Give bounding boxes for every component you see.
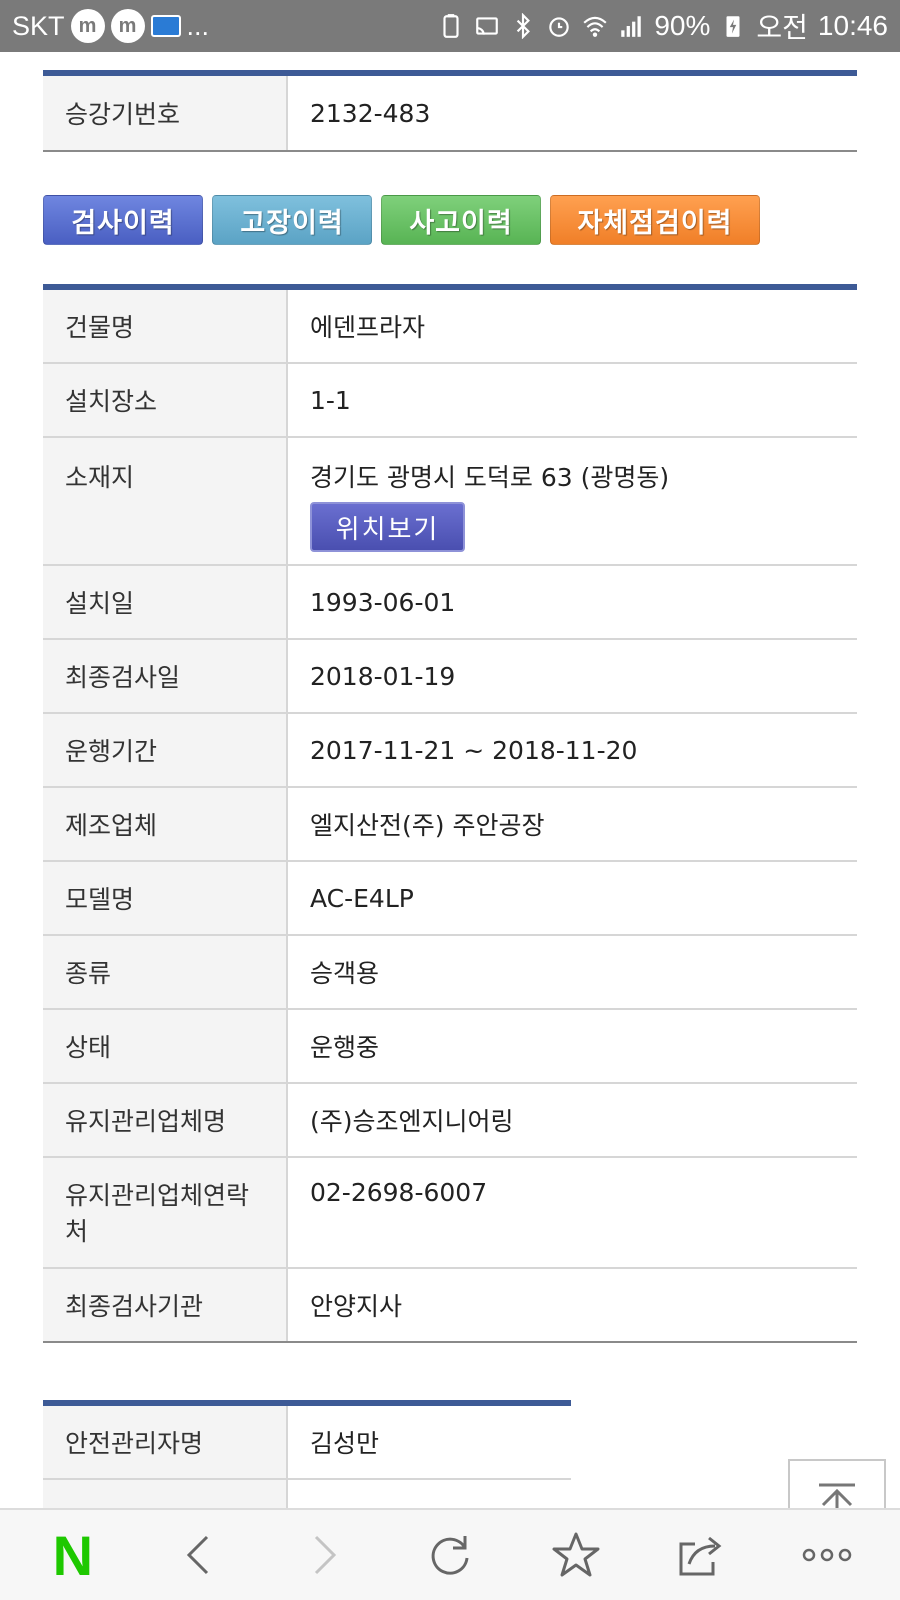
row-label: 최종검사일 xyxy=(43,640,288,712)
page-content: 승강기번호 2132-483 검사이력 고장이력 사고이력 자체점검이력 건물명… xyxy=(0,52,900,1508)
status-right: 90% 오전 10:46 xyxy=(438,6,888,46)
table-row: 최종검사기관 안양지사 xyxy=(43,1269,857,1343)
row-label: 모델명 xyxy=(43,862,288,934)
table-row: 모델명 AC-E4LP xyxy=(43,862,857,936)
table-row: 최종검사일 2018-01-19 xyxy=(43,640,857,714)
time-clock: 10:46 xyxy=(817,10,888,41)
operation-period-value: 2017-11-21 ~ 2018-11-20 xyxy=(310,735,638,765)
elevator-number-table: 승강기번호 2132-483 xyxy=(43,70,857,152)
time-ampm: 오전 xyxy=(756,12,808,43)
table-row: 승강기번호 2132-483 xyxy=(43,76,857,152)
battery-saver-icon xyxy=(443,14,459,38)
bookmark-button[interactable] xyxy=(536,1515,616,1595)
row-label: 건물명 xyxy=(43,290,288,362)
install-date-value: 1993-06-01 xyxy=(310,587,456,617)
table-row: 안전관리자명 김성만 xyxy=(43,1406,571,1480)
table-row: 종류 승객용 xyxy=(43,936,857,1010)
row-label: 종류 xyxy=(43,936,288,1008)
last-inspection-value: 2018-01-19 xyxy=(310,661,456,691)
signal-icon xyxy=(621,16,642,37)
manufacturer-value: 엘지산전(주) 주안공장 xyxy=(310,811,545,840)
scroll-to-top-button[interactable] xyxy=(788,1459,886,1508)
inspection-history-button[interactable]: 검사이력 xyxy=(43,195,203,245)
refresh-button[interactable] xyxy=(410,1515,490,1595)
back-icon xyxy=(186,1535,208,1575)
row-label: 소재지 xyxy=(43,438,288,564)
more-button[interactable] xyxy=(787,1515,867,1595)
row-value xyxy=(288,1480,571,1508)
table-row: 소재지 경기도 광명시 도덕로 63 (광명동) 위치보기 xyxy=(43,438,857,566)
status-bar: SKT m m ... 90% 오전 10:46 xyxy=(0,0,900,52)
row-label: 설치일 xyxy=(43,566,288,638)
install-place-value: 1-1 xyxy=(310,385,351,415)
address-value: 경기도 광명시 도덕로 63 (광명동) xyxy=(310,463,670,492)
app-card-icon xyxy=(150,15,181,37)
battery-percent: 90% xyxy=(654,10,711,41)
table-row: 유지관리업체명 (주)승조엔지니어링 xyxy=(43,1084,857,1158)
messenger-icon: m xyxy=(70,9,105,43)
address-cell: 경기도 광명시 도덕로 63 (광명동) 위치보기 xyxy=(288,438,857,564)
status-value: 운행중 xyxy=(310,1033,380,1062)
table-row: 유지관리업체연락처 02-2698-6007 xyxy=(43,1158,857,1269)
wifi-icon xyxy=(583,16,607,37)
safety-manager-table: 안전관리자명 김성만 xyxy=(43,1400,571,1508)
row-label: 유지관리업체연락처 xyxy=(43,1158,288,1267)
row-label: 최종검사기관 xyxy=(43,1269,288,1341)
status-left: SKT m m ... xyxy=(12,9,209,43)
row-label: 설치장소 xyxy=(43,364,288,436)
cast-icon xyxy=(476,17,499,35)
accident-history-button[interactable]: 사고이력 xyxy=(381,195,541,245)
maintenance-company-value: (주)승조엔지니어링 xyxy=(310,1107,514,1136)
bookmark-star-icon xyxy=(552,1532,600,1577)
back-button[interactable] xyxy=(159,1515,239,1595)
fault-history-button[interactable]: 고장이력 xyxy=(212,195,372,245)
inspection-agency-value: 안양지사 xyxy=(310,1292,403,1321)
share-button[interactable] xyxy=(661,1515,741,1595)
model-value: AC-E4LP xyxy=(310,883,414,913)
refresh-icon xyxy=(431,1536,469,1575)
row-label: 운행기간 xyxy=(43,714,288,786)
forward-icon xyxy=(315,1535,337,1575)
row-label: 제조업체 xyxy=(43,788,288,860)
safety-manager-value: 김성만 xyxy=(310,1429,380,1458)
table-row: 제조업체 엘지산전(주) 주안공장 xyxy=(43,788,857,862)
row-label: 승강기번호 xyxy=(43,76,288,150)
table-row: 상태 운행중 xyxy=(43,1010,857,1084)
row-label: 안전관리자명 xyxy=(43,1406,288,1478)
naver-logo-icon: N xyxy=(52,1523,94,1587)
elevator-details-table: 건물명 에덴프라자 설치장소 1-1 소재지 경기도 광명시 도덕로 63 (광… xyxy=(43,284,857,1343)
share-icon xyxy=(679,1536,722,1576)
notification-m-icon: m xyxy=(110,9,145,43)
more-notifications: ... xyxy=(186,10,210,41)
forward-button[interactable] xyxy=(284,1515,364,1595)
battery-charging-icon xyxy=(726,16,740,37)
view-location-button[interactable]: 위치보기 xyxy=(310,502,465,552)
row-label: 상태 xyxy=(43,1010,288,1082)
building-value: 에덴프라자 xyxy=(310,313,426,342)
table-row: 설치일 1993-06-01 xyxy=(43,566,857,640)
type-value: 승객용 xyxy=(310,959,380,988)
bluetooth-icon xyxy=(517,13,531,39)
alarm-icon xyxy=(549,17,570,37)
table-row: 건물명 에덴프라자 xyxy=(43,290,857,364)
naver-home-button[interactable]: N xyxy=(33,1515,113,1595)
carrier-label: SKT xyxy=(12,10,65,41)
table-row xyxy=(43,1480,571,1508)
row-label xyxy=(43,1480,288,1508)
table-row: 운행기간 2017-11-21 ~ 2018-11-20 xyxy=(43,714,857,788)
maintenance-contact-value[interactable]: 02-2698-6007 xyxy=(288,1158,857,1267)
table-row: 설치장소 1-1 xyxy=(43,364,857,438)
browser-bottom-bar: N xyxy=(0,1508,900,1600)
self-check-history-button[interactable]: 자체점검이력 xyxy=(550,195,760,245)
elevator-number-value: 2132-483 xyxy=(310,98,431,128)
history-buttons: 검사이력 고장이력 사고이력 자체점검이력 xyxy=(43,195,760,245)
arrow-up-icon xyxy=(819,1483,855,1508)
row-label: 유지관리업체명 xyxy=(43,1084,288,1156)
more-icon xyxy=(802,1548,852,1562)
